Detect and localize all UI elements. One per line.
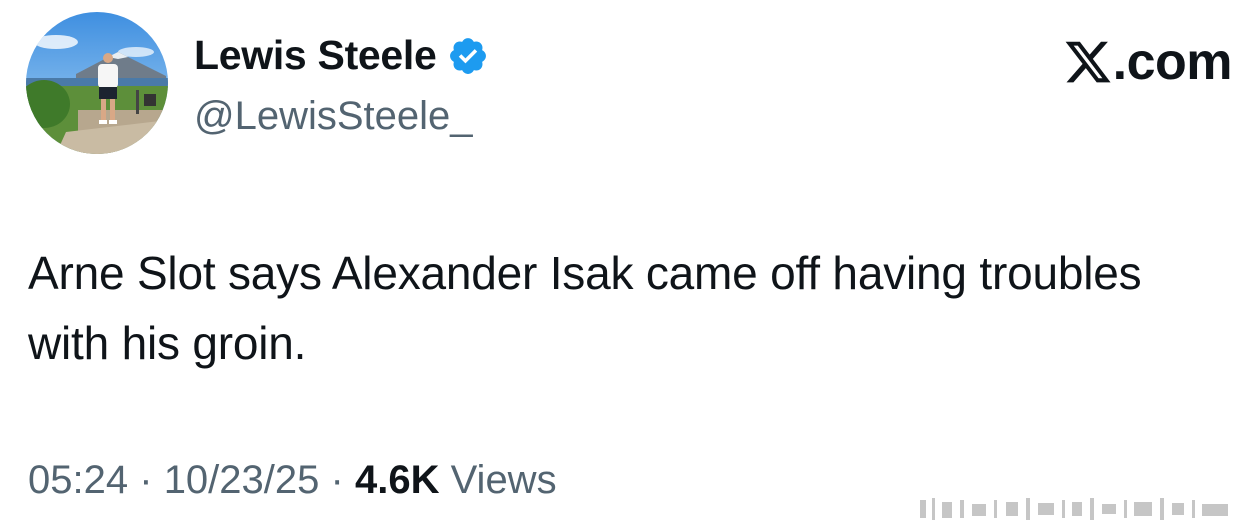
author-display-name[interactable]: Lewis Steele	[194, 32, 489, 79]
x-logo-icon	[1063, 37, 1113, 87]
verified-badge-icon	[447, 35, 489, 77]
author-avatar[interactable]	[26, 12, 168, 154]
meta-separator: ·	[139, 458, 153, 502]
tweet-time[interactable]: 05:24	[28, 458, 128, 502]
tweet-meta: 05:24 · 10/23/25 · 4.6K Views	[28, 458, 557, 503]
watermark-logo	[920, 498, 1230, 520]
views-label: Views	[450, 458, 557, 502]
x-brand-mark: .com	[1063, 32, 1233, 92]
brand-domain-text: .com	[1112, 33, 1233, 91]
tweet-body-text: Arne Slot says Alexander Isak came off h…	[28, 247, 1142, 369]
views-count: 4.6K	[354, 458, 440, 502]
tweet-date[interactable]: 10/23/25	[164, 458, 320, 502]
author-handle[interactable]: @LewisSteele_	[194, 94, 473, 139]
author-name-text[interactable]: Lewis Steele	[194, 32, 437, 79]
meta-separator: ·	[330, 458, 344, 502]
